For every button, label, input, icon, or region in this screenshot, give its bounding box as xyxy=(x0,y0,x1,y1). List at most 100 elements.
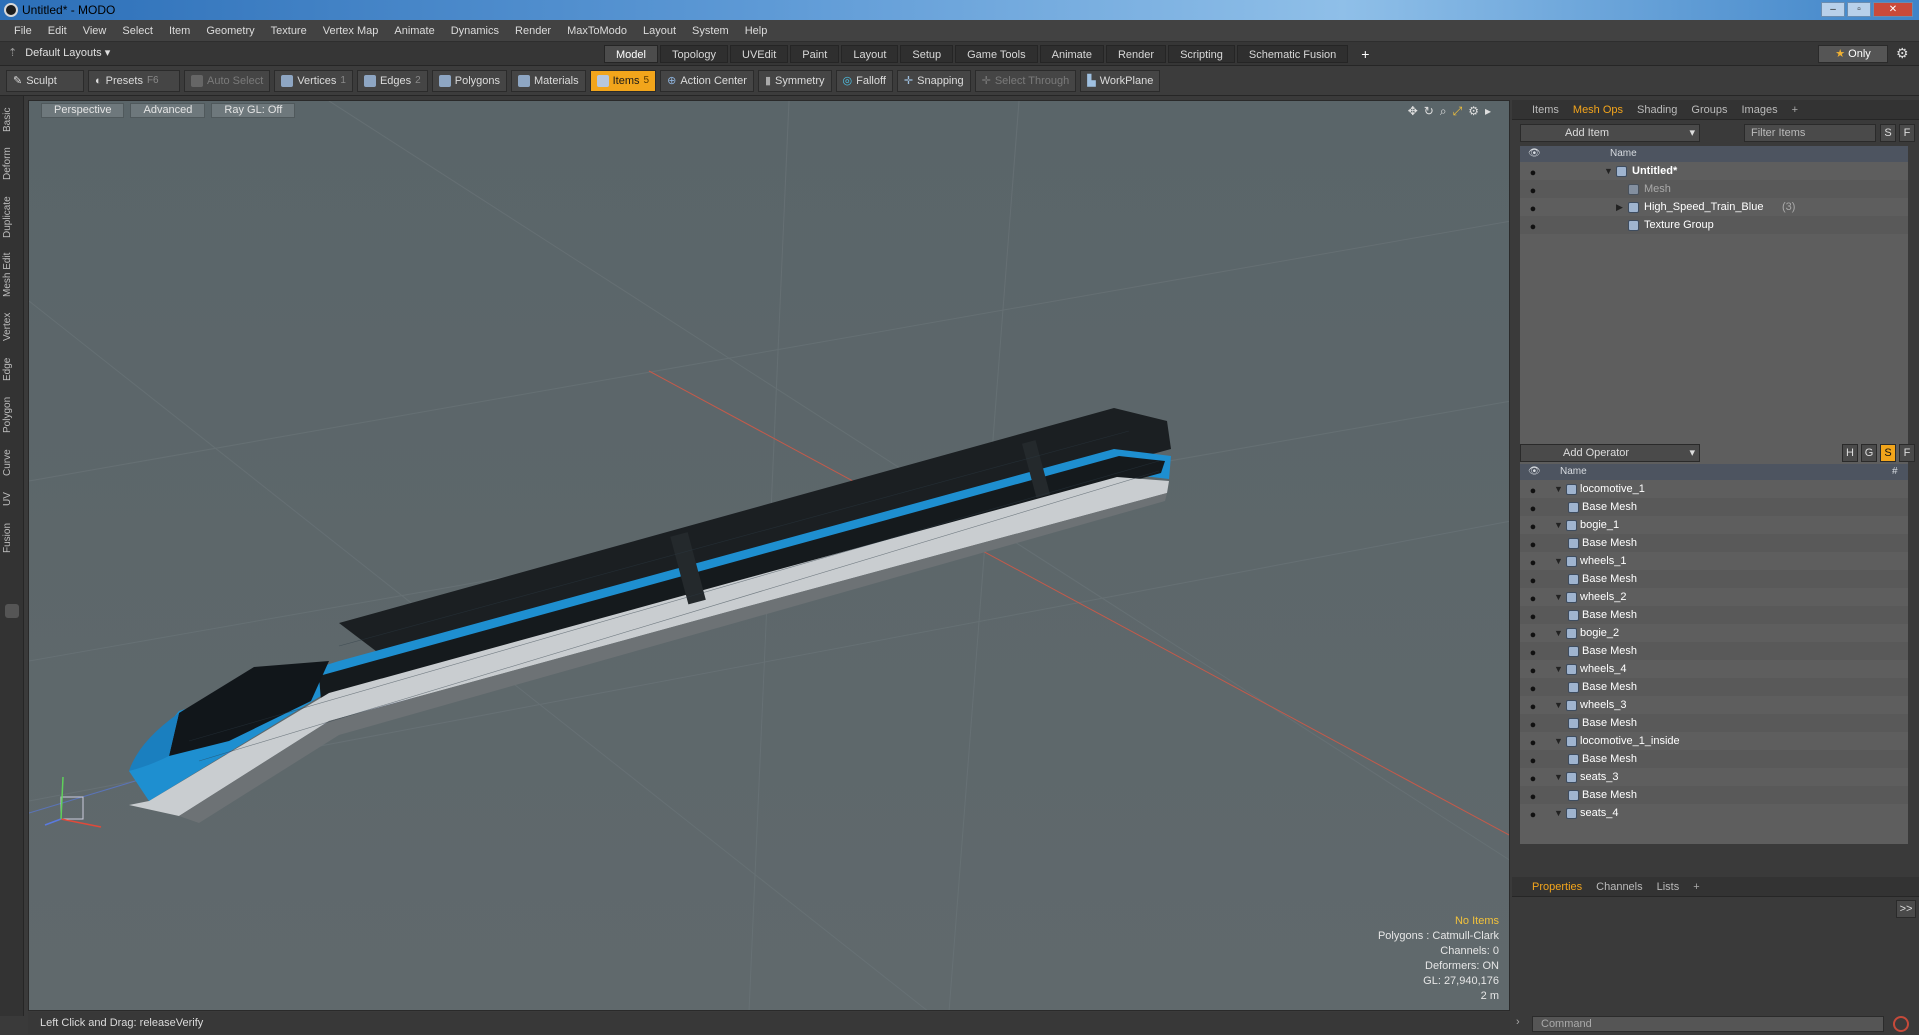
list-item[interactable]: ● Mesh xyxy=(1520,180,1908,198)
eye-icon[interactable]: ● xyxy=(1526,200,1540,215)
eye-icon[interactable]: ● xyxy=(1526,788,1540,803)
add-tab-button[interactable]: + xyxy=(1350,45,1380,63)
snapping-button[interactable]: ✛ Snapping xyxy=(896,69,971,92)
eye-icon[interactable]: ● xyxy=(1526,536,1540,551)
gear-icon[interactable]: ⚙ xyxy=(1896,45,1909,62)
tab-setup[interactable]: Setup xyxy=(900,45,954,63)
expand-triangle-icon[interactable]: ▼ xyxy=(1554,552,1563,570)
auto-select-button[interactable]: Auto Select xyxy=(184,69,271,92)
list-item[interactable]: ● ▼ wheels_2 xyxy=(1520,588,1908,606)
list-item[interactable]: ● ▼ wheels_3 xyxy=(1520,696,1908,714)
expand-triangle-icon[interactable]: ▼ xyxy=(1554,516,1563,534)
eye-icon[interactable]: ● xyxy=(1526,590,1540,605)
list-item[interactable]: ● Base Mesh xyxy=(1520,570,1908,588)
menu-layout[interactable]: Layout xyxy=(635,25,684,37)
move-view-icon[interactable]: ✥ xyxy=(1408,104,1418,119)
tab-animate[interactable]: Animate xyxy=(1039,45,1104,63)
expand-triangle-icon[interactable]: ▼ xyxy=(1554,732,1563,750)
tab-topology[interactable]: Topology xyxy=(659,45,729,63)
command-input[interactable]: Command xyxy=(1532,1016,1884,1032)
3d-viewport[interactable]: Perspective Advanced Ray GL: Off ✥ ↻ ⌕ ⤢… xyxy=(28,100,1510,1011)
eye-icon[interactable]: ● xyxy=(1526,806,1540,821)
expand-triangle-icon[interactable]: ▼ xyxy=(1554,768,1563,786)
eye-icon[interactable]: ● xyxy=(1526,752,1540,767)
edges-button[interactable]: Edges 2 xyxy=(356,69,428,92)
filter-f-button[interactable]: F xyxy=(1899,124,1915,142)
menu-edit[interactable]: Edit xyxy=(40,25,75,37)
eye-icon[interactable]: ● xyxy=(1526,770,1540,785)
tab-scripting[interactable]: Scripting xyxy=(1168,45,1235,63)
menu-render[interactable]: Render xyxy=(507,25,559,37)
items-button[interactable]: Items 5 xyxy=(589,69,657,92)
eye-icon[interactable]: ● xyxy=(1526,716,1540,731)
ops-g-button[interactable]: G xyxy=(1861,444,1877,462)
symmetry-button[interactable]: ▮ Symmetry xyxy=(757,69,832,92)
tab-images[interactable]: Images xyxy=(1742,104,1778,116)
list-item[interactable]: ● ▼ seats_4 xyxy=(1520,804,1908,822)
list-item[interactable]: ● Base Mesh xyxy=(1520,642,1908,660)
rotate-view-icon[interactable]: ↻ xyxy=(1424,104,1434,119)
list-item[interactable]: ● ▼ locomotive_1 xyxy=(1520,480,1908,498)
list-item[interactable]: ● ▼ bogie_1 xyxy=(1520,516,1908,534)
add-tab-icon[interactable]: + xyxy=(1792,104,1798,116)
list-item[interactable]: ● ▼ locomotive_1_inside xyxy=(1520,732,1908,750)
menu-system[interactable]: System xyxy=(684,25,737,37)
add-operator-dropdown[interactable]: Add Operator ▾ xyxy=(1520,444,1700,462)
minimize-icon[interactable]: – xyxy=(1821,2,1845,17)
menu-vertex-map[interactable]: Vertex Map xyxy=(315,25,387,37)
lefttab-basic[interactable]: Basic xyxy=(2,102,22,138)
stop-icon[interactable] xyxy=(1893,1016,1909,1032)
maximize-view-icon[interactable]: ⤢ xyxy=(1453,104,1463,119)
tab-groups[interactable]: Groups xyxy=(1691,104,1727,116)
viewport-menu-icon[interactable]: ▸ xyxy=(1485,104,1491,119)
expand-triangle-icon[interactable]: ▼ xyxy=(1554,660,1563,678)
list-item[interactable]: ● ▼ Untitled* xyxy=(1520,162,1908,180)
list-item[interactable]: ● ▼ bogie_2 xyxy=(1520,624,1908,642)
tab-render[interactable]: Render xyxy=(1105,45,1167,63)
menu-texture[interactable]: Texture xyxy=(263,25,315,37)
list-item[interactable]: ● Base Mesh xyxy=(1520,534,1908,552)
polygons-button[interactable]: Polygons xyxy=(431,69,507,92)
tab-layout[interactable]: Layout xyxy=(841,45,899,63)
list-item[interactable]: ● Texture Group xyxy=(1520,216,1908,234)
close-icon[interactable]: ✕ xyxy=(1873,2,1913,17)
expand-button[interactable]: >> xyxy=(1896,900,1916,918)
zoom-view-icon[interactable]: ⌕ xyxy=(1440,104,1447,119)
lefttab-curve[interactable]: Curve xyxy=(2,446,22,480)
eye-icon[interactable]: ● xyxy=(1526,572,1540,587)
eye-icon[interactable]: ● xyxy=(1526,734,1540,749)
eye-icon[interactable]: ● xyxy=(1526,518,1540,533)
lefttab-deform[interactable]: Deform xyxy=(2,144,22,184)
select-through-button[interactable]: ✛ Select Through xyxy=(974,69,1077,92)
falloff-button[interactable]: ◎ Falloff xyxy=(835,69,893,92)
layout-dropdown[interactable]: ⇡ Default Layouts ▾ xyxy=(8,46,110,59)
ops-s-button[interactable]: S xyxy=(1880,444,1896,462)
menu-dynamics[interactable]: Dynamics xyxy=(443,25,507,37)
expand-triangle-icon[interactable]: ▼ xyxy=(1604,162,1613,180)
list-item[interactable]: ● Base Mesh xyxy=(1520,750,1908,768)
list-item[interactable]: ● Base Mesh xyxy=(1520,606,1908,624)
eye-icon[interactable]: ● xyxy=(1526,164,1540,179)
eye-icon[interactable]: ● xyxy=(1526,182,1540,197)
action-center-button[interactable]: ⊕ Action Center xyxy=(660,69,754,92)
tab-uvedit[interactable]: UVEdit xyxy=(730,45,789,63)
lefttab-edge[interactable]: Edge xyxy=(2,354,22,384)
lefttab-duplicate[interactable]: Duplicate xyxy=(2,192,22,242)
eye-icon[interactable]: ● xyxy=(1526,608,1540,623)
list-item[interactable]: ● Base Mesh xyxy=(1520,786,1908,804)
lefttab-mesh-edit[interactable]: Mesh Edit xyxy=(2,250,22,300)
list-item[interactable]: ● ▼ wheels_1 xyxy=(1520,552,1908,570)
vertices-button[interactable]: Vertices 1 xyxy=(274,69,353,92)
eye-icon[interactable]: ● xyxy=(1526,644,1540,659)
expand-triangle-icon[interactable]: ▼ xyxy=(1554,480,1563,498)
view-mode-button[interactable]: Perspective xyxy=(41,103,125,118)
presets-button[interactable]: ◐ Presets F6 xyxy=(88,69,180,92)
panel-toggle-icon[interactable] xyxy=(5,604,19,618)
expand-triangle-icon[interactable]: ▼ xyxy=(1554,696,1563,714)
tab-channels[interactable]: Channels xyxy=(1596,881,1642,893)
expand-triangle-icon[interactable]: ▼ xyxy=(1554,624,1563,642)
tab-mesh-ops[interactable]: Mesh Ops xyxy=(1573,104,1623,116)
eye-icon[interactable]: ● xyxy=(1526,680,1540,695)
menu-view[interactable]: View xyxy=(75,25,115,37)
lefttab-fusion[interactable]: Fusion xyxy=(2,518,22,558)
